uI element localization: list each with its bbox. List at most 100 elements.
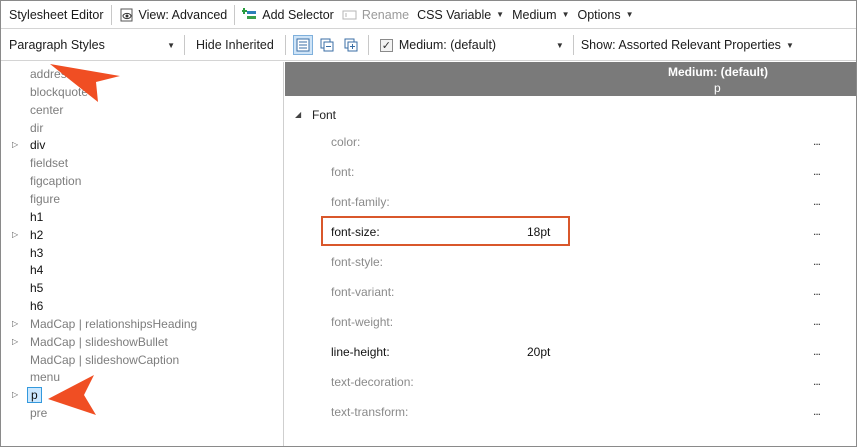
tree-item-label: MadCap | relationshipsHeading	[30, 316, 198, 331]
toolbar-separator	[234, 4, 236, 25]
tree-item[interactable]: ▷ MadCap | relationshipsHeading	[1, 316, 283, 334]
selector-column-header: p	[714, 81, 721, 95]
font-group-header[interactable]: ◢ Font	[285, 107, 856, 125]
collapse-icon	[320, 38, 334, 52]
tree-item-label: fieldset	[30, 156, 69, 171]
more-options-button[interactable]: ...	[813, 134, 821, 148]
expand-triangle-icon[interactable]: ▷	[12, 319, 22, 331]
property-name: color:	[331, 135, 361, 149]
tree-item[interactable]: h3	[1, 245, 283, 263]
tree-item-label: MadCap | slideshowCaption	[30, 352, 180, 367]
property-row[interactable]: text-transform:...	[285, 402, 856, 424]
tree-item[interactable]: dir	[1, 120, 283, 138]
more-options-button[interactable]: ...	[813, 224, 821, 238]
caret-down-icon: ▼	[555, 40, 564, 50]
tree-item[interactable]: ▷ h2	[1, 227, 283, 245]
add-selector-icon	[242, 7, 258, 23]
more-options-button[interactable]: ...	[813, 194, 821, 208]
tree-item[interactable]: h4	[1, 262, 283, 280]
expand-triangle-icon[interactable]: ▷	[12, 140, 22, 152]
tree-item[interactable]: MadCap | slideshowCaption	[1, 352, 283, 370]
style-type-dropdown[interactable]: Paragraph Styles ▼	[3, 34, 181, 56]
property-name: font-family:	[331, 195, 390, 209]
more-options-button[interactable]: ...	[813, 374, 821, 388]
property-row[interactable]: color:...	[285, 132, 856, 154]
tree-item-label: h3	[30, 245, 44, 260]
property-row[interactable]: font-family:...	[285, 192, 856, 214]
property-name: font-size:	[331, 225, 380, 239]
editor-title: Stylesheet Editor	[9, 7, 104, 22]
tree-item-label: MadCap | slideshowBullet	[30, 334, 168, 349]
more-options-button[interactable]: ...	[813, 344, 821, 358]
toolbar-separator	[284, 35, 286, 55]
tree-item[interactable]: figure	[1, 191, 283, 209]
stylesheet-editor-window: Stylesheet Editor View: Advanced Add Sel…	[0, 0, 857, 447]
property-name: font-weight:	[331, 315, 394, 329]
toolbar-separator	[110, 4, 112, 25]
property-list-icon	[296, 38, 310, 52]
property-row[interactable]: font-weight:...	[285, 312, 856, 334]
medium-menu[interactable]: Medium ▼	[508, 4, 573, 26]
callout-arrow-icon	[50, 64, 120, 102]
property-row[interactable]: line-height: 20pt...	[285, 342, 856, 364]
tree-item[interactable]: h1	[1, 209, 283, 227]
caret-down-icon: ▼	[167, 40, 175, 50]
show-properties-dropdown[interactable]: Show: Assorted Relevant Properties ▼	[577, 34, 800, 56]
expand-triangle-icon[interactable]: ▷	[12, 337, 22, 349]
tree-item-label: dir	[30, 120, 44, 135]
rename-icon	[342, 7, 358, 23]
options-menu[interactable]: Options ▼	[573, 4, 637, 26]
hide-inherited-button[interactable]: Hide Inherited	[188, 34, 282, 56]
tree-item[interactable]: h5	[1, 280, 283, 298]
grid-header: Medium: (default) p	[285, 62, 856, 96]
expand-groups-button[interactable]	[341, 35, 361, 55]
show-properties-view-button[interactable]	[292, 35, 313, 55]
expand-triangle-icon[interactable]: ▷	[12, 390, 22, 402]
property-name: text-transform:	[331, 405, 409, 419]
more-options-button[interactable]: ...	[813, 404, 821, 418]
more-options-button[interactable]: ...	[813, 254, 821, 268]
collapse-groups-button[interactable]	[317, 35, 337, 55]
collapse-triangle-icon[interactable]: ◢	[295, 110, 301, 119]
property-row[interactable]: font-style:...	[285, 252, 856, 274]
property-name: font:	[331, 165, 355, 179]
caret-down-icon: ▼	[785, 40, 794, 50]
css-variable-menu[interactable]: CSS Variable ▼	[413, 4, 508, 26]
property-row[interactable]: font-size: 18pt...	[285, 222, 856, 244]
expand-triangle-icon[interactable]: ▷	[12, 230, 22, 242]
property-row[interactable]: text-decoration:...	[285, 372, 856, 394]
rename-button[interactable]: Rename	[338, 4, 413, 26]
properties-grid: Medium: (default) p ◢ Font color:... font…	[285, 62, 856, 446]
toolbar-separator	[572, 35, 574, 55]
more-options-button[interactable]: ...	[813, 164, 821, 178]
property-row[interactable]: font:...	[285, 162, 856, 184]
filter-toolbar: Paragraph Styles ▼ Hide Inherited ✓ Mediu…	[1, 30, 856, 61]
tree-item[interactable]: ▷ div	[1, 137, 283, 155]
callout-arrow-icon	[48, 375, 96, 415]
property-name: font-variant:	[331, 285, 395, 299]
tree-item[interactable]: ▷ MadCap | slideshowBullet	[1, 334, 283, 352]
caret-down-icon: ▼	[496, 10, 505, 19]
tree-item-label: h6	[30, 299, 44, 314]
add-selector-button[interactable]: Add Selector	[238, 4, 338, 26]
property-value[interactable]: 18pt	[527, 225, 550, 239]
medium-filter-dropdown[interactable]: ✓ Medium: (default) ▼	[374, 34, 570, 56]
tree-item-label: h5	[30, 281, 44, 296]
property-value[interactable]: 20pt	[527, 345, 550, 359]
tree-item-label: h1	[30, 209, 44, 224]
medium-checkbox[interactable]: ✓	[379, 38, 393, 52]
tree-item-label: figure	[30, 191, 61, 206]
property-name: line-height:	[331, 345, 390, 359]
view-mode-button[interactable]: View: Advanced	[115, 4, 232, 26]
tree-item[interactable]: h6	[1, 298, 283, 316]
tree-item-label: h2	[30, 227, 44, 242]
more-options-button[interactable]: ...	[813, 314, 821, 328]
more-options-button[interactable]: ...	[813, 284, 821, 298]
caret-down-icon: ▼	[625, 10, 634, 19]
tree-item-label: p	[27, 387, 42, 404]
tree-item[interactable]: fieldset	[1, 155, 283, 173]
property-row[interactable]: font-variant:...	[285, 282, 856, 304]
property-name: text-decoration:	[331, 375, 414, 389]
tree-item[interactable]: figcaption	[1, 173, 283, 191]
toolbar-separator	[184, 35, 185, 55]
